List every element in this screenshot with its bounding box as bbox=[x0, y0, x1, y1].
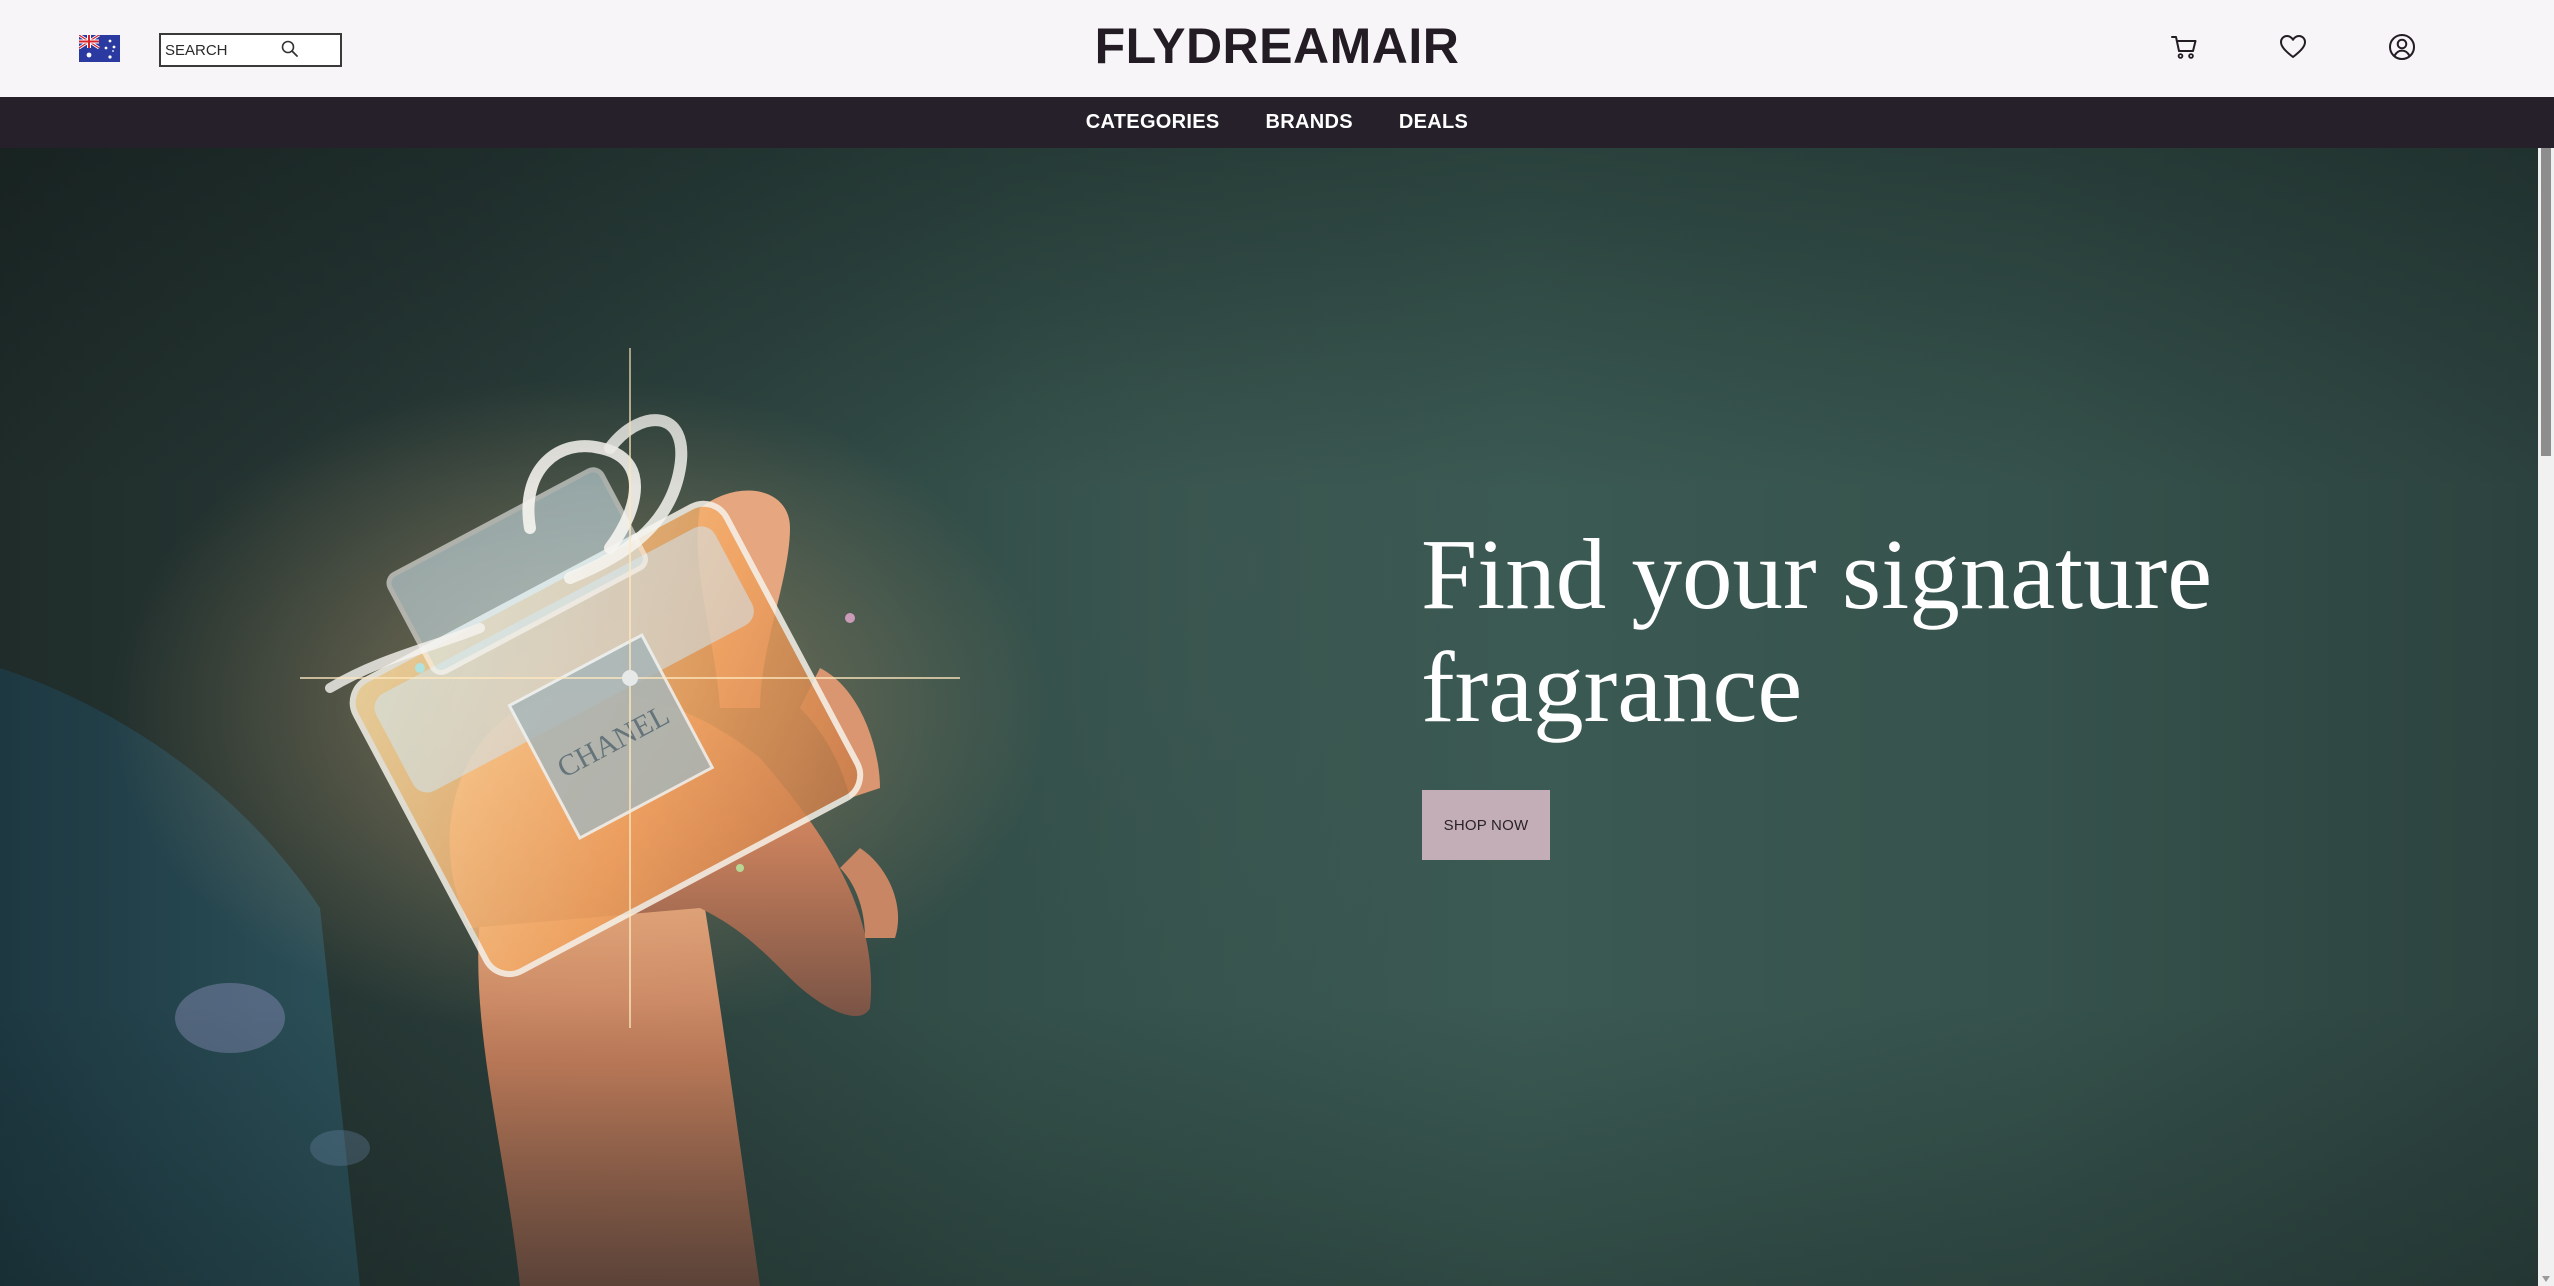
site-header: FLYDREAMAIR bbox=[0, 0, 2554, 97]
nav-list: CATEGORIES BRANDS DEALS bbox=[0, 97, 2554, 148]
site-logo[interactable]: FLYDREAMAIR bbox=[1000, 16, 1554, 76]
scroll-down-arrow-icon[interactable] bbox=[2542, 1276, 2550, 1282]
search-input[interactable] bbox=[165, 39, 285, 61]
page-scrollbar[interactable] bbox=[2538, 148, 2554, 1286]
hero-copy: Find your signature fragrance bbox=[1421, 518, 2321, 744]
shop-now-button[interactable]: SHOP NOW bbox=[1422, 790, 1550, 860]
hero-heading: Find your signature fragrance bbox=[1421, 518, 2213, 743]
australia-flag-icon[interactable] bbox=[79, 35, 120, 62]
nav-item-categories[interactable]: CATEGORIES bbox=[1086, 111, 1220, 134]
search-box[interactable] bbox=[159, 33, 342, 67]
main-nav: CATEGORIES BRANDS DEALS bbox=[0, 97, 2554, 148]
search-icon[interactable] bbox=[280, 39, 300, 59]
cart-icon[interactable] bbox=[2169, 32, 2199, 62]
nav-item-deals[interactable]: DEALS bbox=[1399, 111, 1468, 134]
scrollbar-thumb[interactable] bbox=[2541, 148, 2551, 456]
heart-icon[interactable] bbox=[2278, 32, 2308, 62]
hero-banner: CHANEL Find your signature fragrance SHO… bbox=[0, 148, 2538, 1286]
user-icon[interactable] bbox=[2387, 32, 2417, 62]
nav-item-brands[interactable]: BRANDS bbox=[1266, 111, 1353, 134]
